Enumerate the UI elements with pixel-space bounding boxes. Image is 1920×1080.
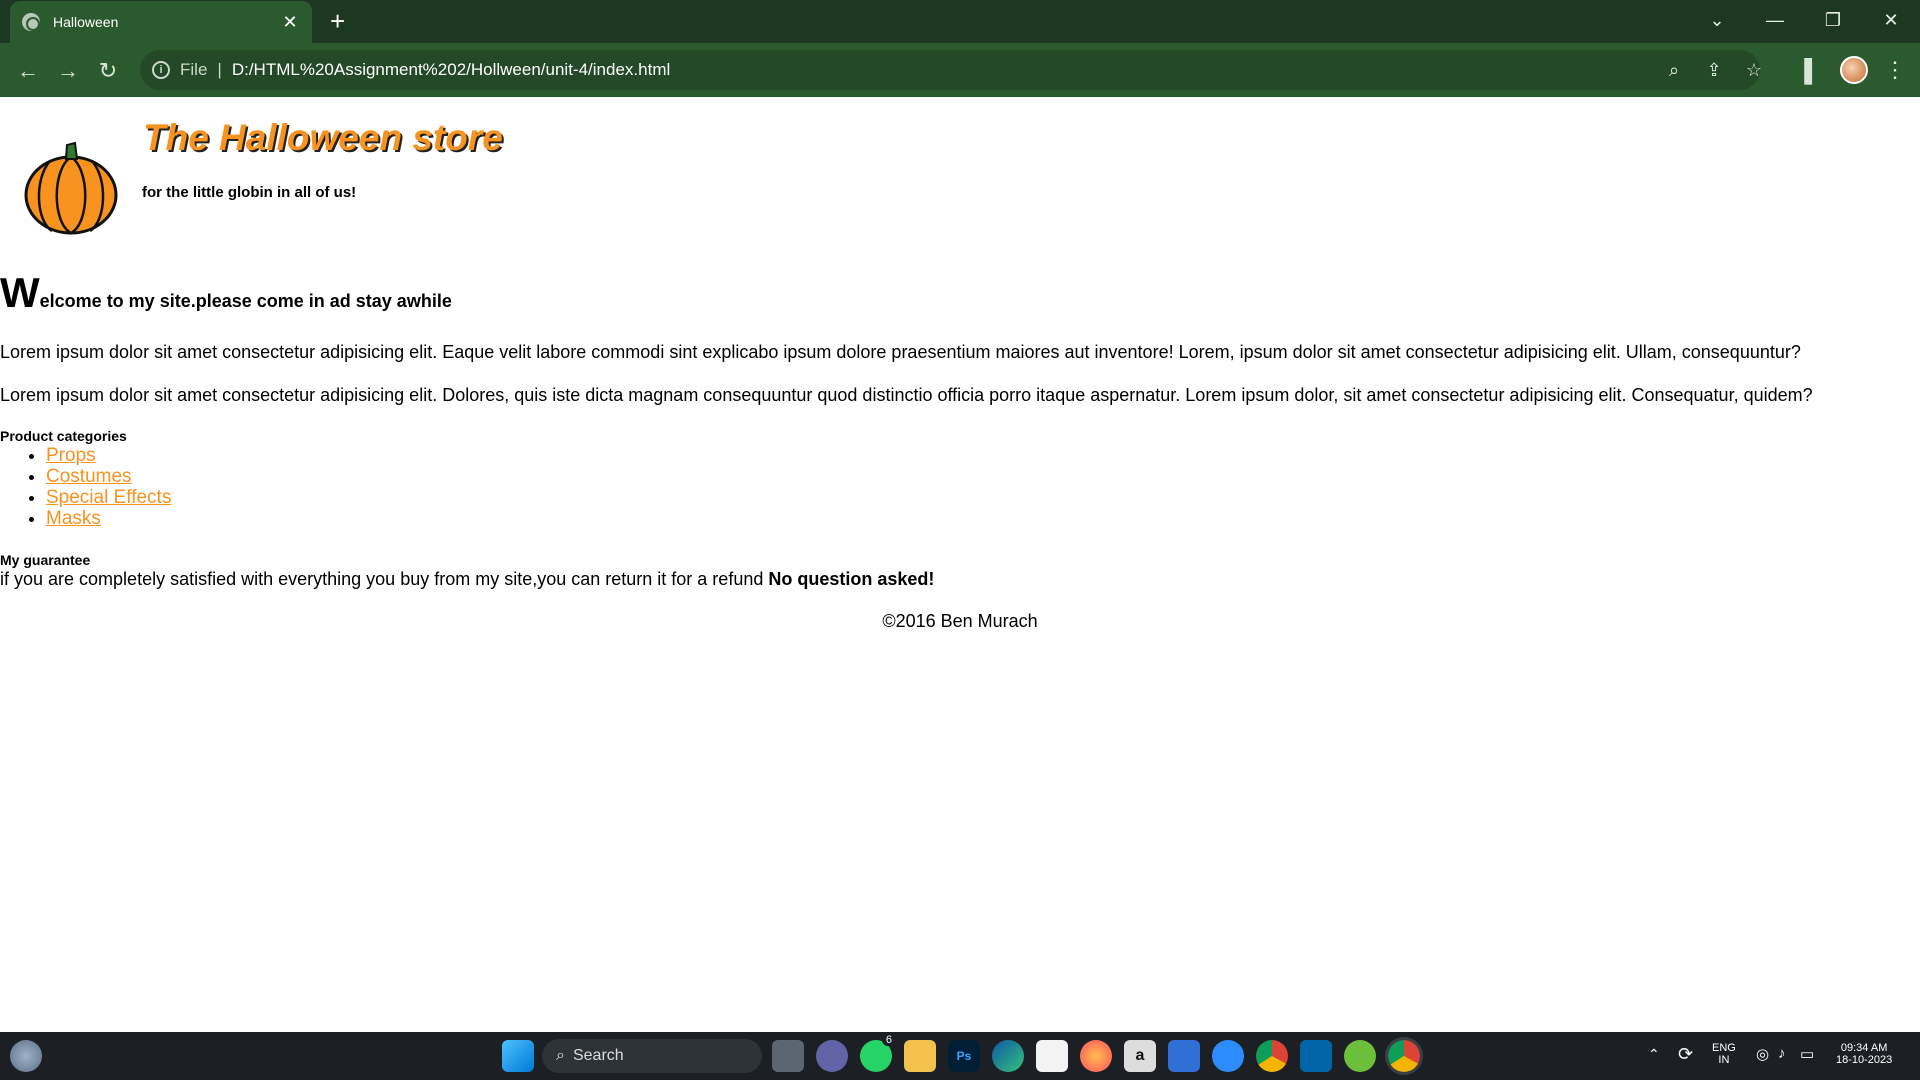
vscode-icon[interactable] [1300, 1040, 1332, 1072]
search-label: Search [572, 1047, 624, 1064]
lang-line2: IN [1718, 1054, 1730, 1066]
amazon-icon[interactable]: a [1124, 1040, 1156, 1072]
address-bar[interactable]: i File | D:/HTML%20Assignment%202/Hollwe… [140, 50, 1762, 90]
teams-icon[interactable] [816, 1040, 848, 1072]
weather-icon[interactable] [10, 1040, 42, 1072]
list-item: Masks [46, 508, 171, 529]
category-list: Props Costumes Special Effects Masks [46, 445, 171, 529]
clock[interactable]: 09:34 AM 18-10-2023 [1836, 1042, 1892, 1066]
list-item: Props [46, 445, 171, 466]
list-item: Special Effects [46, 487, 171, 508]
guarantee-heading: My guarantee [0, 552, 91, 568]
firefox-icon[interactable] [1080, 1040, 1112, 1072]
list-item: Costumes [46, 466, 171, 487]
clock-time: 09:34 AM [1840, 1042, 1888, 1054]
restore-icon[interactable]: ❐ [1806, 0, 1860, 40]
scheme-label: File [180, 60, 208, 79]
pumpkin-logo [24, 141, 118, 235]
clock-date: 18-10-2023 [1836, 1054, 1893, 1066]
globe-icon [22, 13, 40, 31]
browser-toolbar: ← → ↻ i File | D:/HTML%20Assignment%202/… [0, 43, 1920, 97]
file-explorer-icon[interactable] [904, 1040, 936, 1072]
search-icon: ⌕ [556, 1047, 565, 1064]
welcome-heading: Welcome to my site.please come in ad sta… [0, 269, 452, 317]
omnibox-divider: | [217, 60, 222, 79]
copyright-footer: ©2016 Ben Murach [882, 611, 1038, 631]
tab-title: Halloween [53, 14, 119, 30]
close-tab-icon[interactable]: ✕ [280, 13, 300, 31]
url-text[interactable]: D:/HTML%20Assignment%202/Hollween/unit-4… [232, 60, 670, 80]
tray-overflow-icon[interactable]: ⌃ [1648, 1046, 1660, 1063]
guarantee-emphasis: No question asked! [768, 569, 935, 589]
bookmark-star-icon[interactable]: ☆ [1740, 56, 1768, 84]
notes-icon[interactable] [1168, 1040, 1200, 1072]
page-content: The Halloween store for the little globi… [0, 97, 1920, 1032]
tab-search-icon[interactable]: ⌄ [1690, 0, 1744, 40]
guarantee-text: if you are completely satisfied with eve… [0, 569, 934, 590]
category-link-special-effects[interactable]: Special Effects [46, 487, 171, 508]
windows-start-icon[interactable] [502, 1040, 534, 1072]
back-icon[interactable]: ← [14, 57, 42, 85]
close-window-icon[interactable]: ✕ [1864, 0, 1918, 40]
new-tab-button[interactable]: + [330, 8, 345, 34]
whatsapp-badge: 6 [881, 1034, 896, 1046]
guarantee-body: if you are completely satisfied with eve… [0, 569, 769, 589]
network-icon[interactable]: ◎ [1756, 1045, 1769, 1063]
language-indicator[interactable]: ENG IN [1712, 1042, 1736, 1066]
lang-line1: ENG [1712, 1042, 1736, 1054]
photoshop-icon[interactable]: Ps [948, 1040, 980, 1072]
chrome-icon[interactable] [1256, 1040, 1288, 1072]
zoom-app-icon[interactable] [1212, 1040, 1244, 1072]
sync-icon[interactable]: ⟳ [1678, 1044, 1693, 1065]
store-icon[interactable] [1036, 1040, 1068, 1072]
whatsapp-icon[interactable]: 6 [860, 1034, 896, 1072]
forward-icon[interactable]: → [54, 57, 82, 85]
taskbar-search[interactable]: ⌕ Search [542, 1039, 762, 1073]
side-panel-icon[interactable]: ▌ [1798, 57, 1826, 85]
paragraph-2: Lorem ipsum dolor sit amet consectetur a… [0, 385, 1813, 405]
reload-icon[interactable]: ↻ [94, 57, 122, 85]
chrome-active-icon[interactable] [1385, 1037, 1423, 1075]
taskbar: ⌕ Search 6 Ps a ⌃ ⟳ ENG IN ◎ ♪ ▭ 09:34 A… [0, 1032, 1920, 1080]
welcome-text: elcome to my site.please come in ad stay… [39, 291, 452, 311]
profile-avatar[interactable] [1840, 56, 1868, 84]
category-link-masks[interactable]: Masks [46, 508, 101, 529]
store-title: The Halloween store [143, 117, 503, 158]
utorrent-icon[interactable] [1344, 1040, 1376, 1072]
category-link-props[interactable]: Props [46, 445, 96, 466]
minimize-icon[interactable]: — [1748, 0, 1802, 40]
welcome-initial: W [0, 269, 40, 316]
volume-icon[interactable]: ♪ [1778, 1045, 1786, 1062]
paragraph-1: Lorem ipsum dolor sit amet consectetur a… [0, 342, 1801, 362]
info-icon[interactable]: i [152, 61, 170, 79]
task-view-icon[interactable] [772, 1040, 804, 1072]
edge-icon[interactable] [992, 1040, 1024, 1072]
category-link-costumes[interactable]: Costumes [46, 466, 132, 487]
zoom-icon[interactable]: ⌕ [1660, 56, 1688, 84]
tab-halloween[interactable]: Halloween ✕ [10, 1, 312, 43]
battery-icon[interactable]: ▭ [1800, 1045, 1814, 1063]
browser-title-bar: Halloween ✕ + ⌄ — ❐ ✕ [0, 0, 1920, 43]
share-icon[interactable]: ⇪ [1700, 56, 1728, 84]
menu-icon[interactable]: ⋮ [1884, 56, 1906, 84]
tagline: for the little globin in all of us! [142, 184, 357, 201]
categories-heading: Product categories [0, 428, 127, 444]
